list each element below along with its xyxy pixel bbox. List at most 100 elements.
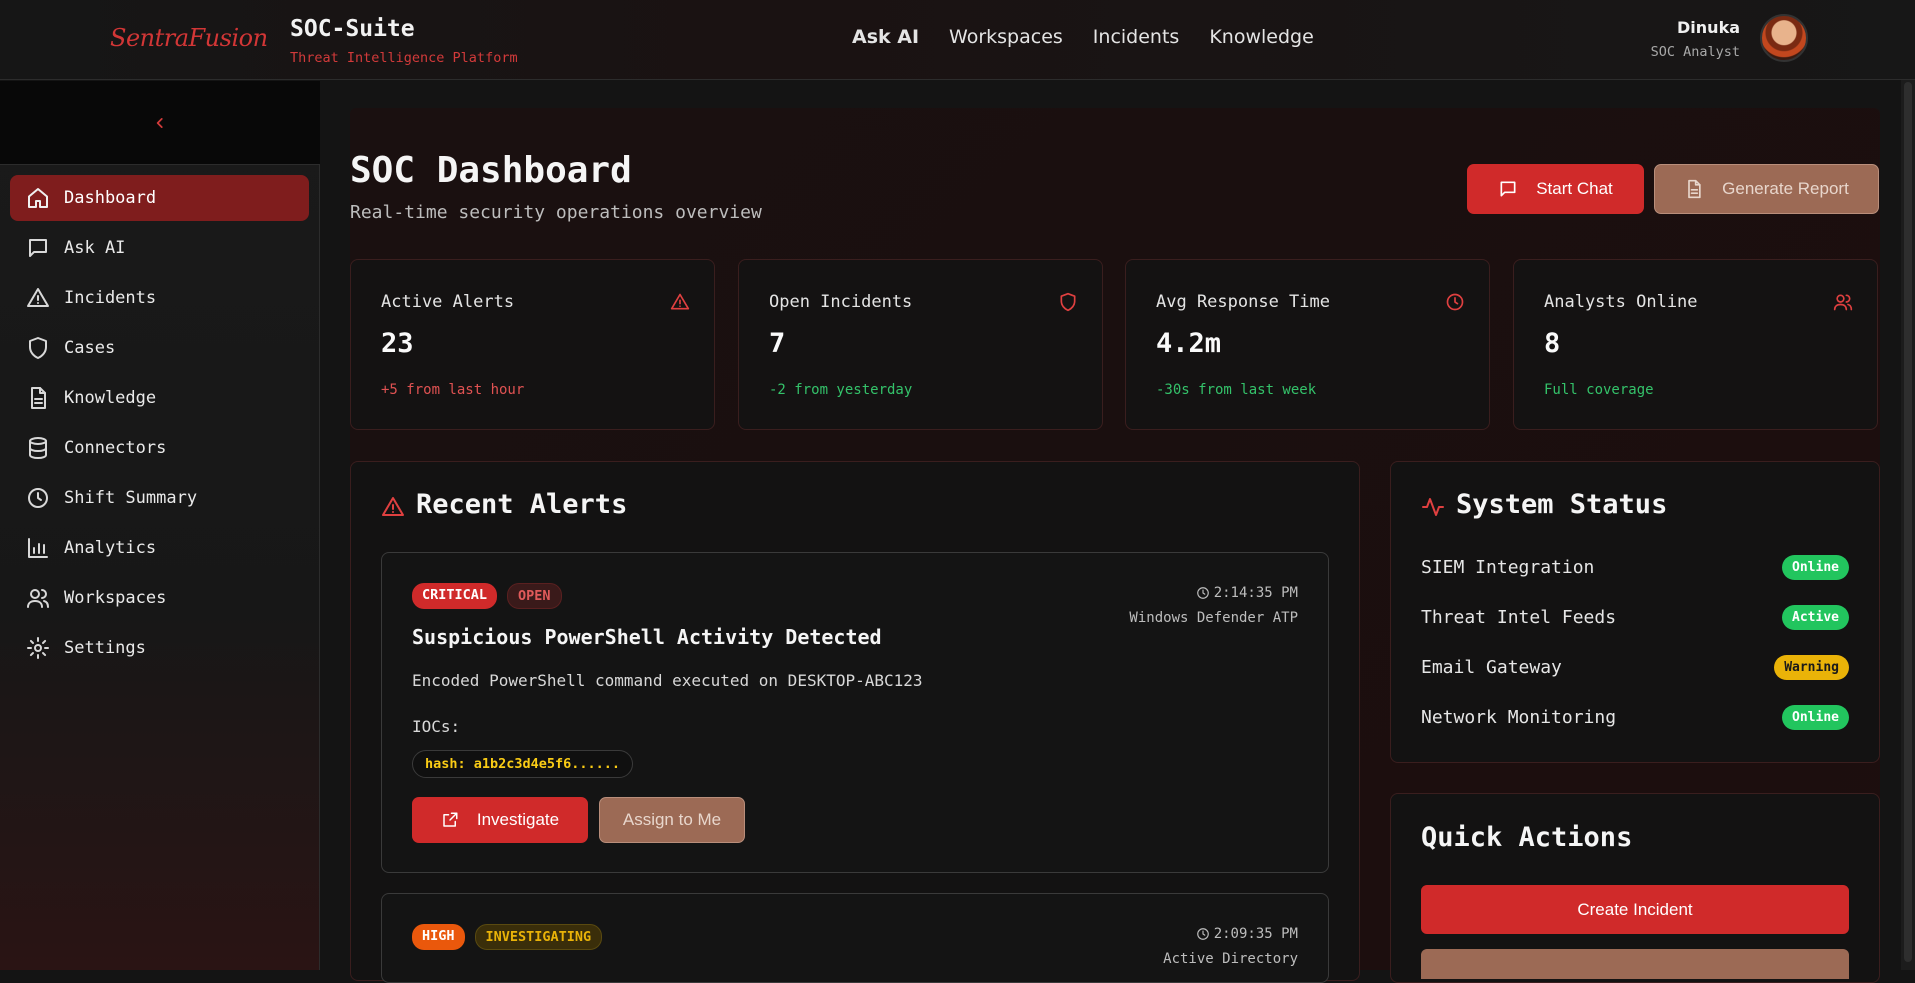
stat-card-analysts-online: Analysts Online 8 Full coverage (1513, 259, 1878, 430)
stat-label: Avg Response Time (1156, 292, 1330, 312)
bar-chart-icon (28, 538, 48, 558)
stat-change: -30s from last week (1156, 382, 1317, 398)
status-row-network-monitoring: Network Monitoring Online (1421, 702, 1849, 732)
stat-value: 8 (1544, 328, 1561, 359)
sidebar-item-settings[interactable]: Settings (10, 625, 309, 671)
create-incident-button[interactable]: Create Incident (1421, 885, 1849, 934)
status-row-threat-intel: Threat Intel Feeds Active (1421, 602, 1849, 632)
create-incident-label: Create Incident (1577, 899, 1693, 919)
page-subtitle: Real-time security operations overview (350, 202, 762, 223)
shield-icon (1060, 292, 1076, 312)
alert-title: Suspicious PowerShell Activity Detected (412, 625, 882, 649)
severity-badge: HIGH (412, 924, 465, 950)
gear-icon (27, 637, 49, 659)
users-icon (1833, 294, 1853, 311)
stat-card-avg-response-time: Avg Response Time 4.2m -30s from last we… (1125, 259, 1490, 430)
status-row-siem: SIEM Integration Online (1421, 552, 1849, 582)
alert-triangle-icon (27, 288, 49, 307)
status-badge: Active (1782, 604, 1849, 630)
status-badge: Online (1782, 554, 1849, 580)
sidebar-item-dashboard[interactable]: Dashboard (10, 175, 309, 221)
database-icon (29, 437, 47, 459)
users-icon (27, 589, 49, 608)
alert-card[interactable]: CRITICAL OPEN 2:14:35 PM Windows Defende… (381, 552, 1329, 873)
stat-change: -2 from yesterday (769, 382, 913, 398)
external-link-icon (443, 812, 458, 827)
stat-label: Open Incidents (769, 292, 913, 312)
stat-card-active-alerts: Active Alerts 23 +5 from last hour (350, 259, 715, 430)
ioc-chip[interactable]: hash: a1b2c3d4e5f6...... (412, 750, 634, 778)
sidebar-item-ask-ai[interactable]: Ask AI (10, 225, 309, 271)
avatar[interactable] (1760, 14, 1808, 62)
document-icon (31, 387, 46, 409)
sidebar-item-cases[interactable]: Cases (10, 325, 309, 371)
user-role: SOC Analyst (1650, 44, 1740, 60)
home-icon (28, 188, 48, 208)
user-name: Dinuka (1677, 18, 1740, 37)
chevron-left-icon (156, 117, 163, 128)
alert-time-text: 2:09:35 PM (1213, 926, 1298, 942)
page-title: SOC Dashboard (350, 150, 632, 191)
investigate-button[interactable]: Investigate (412, 797, 588, 843)
message-icon (29, 239, 47, 257)
system-status-title: System Status (1456, 489, 1668, 520)
stat-change: Full coverage (1544, 382, 1654, 398)
top-bar: SentraFusion SOC-Suite Threat Intelligen… (0, 0, 1915, 80)
sidebar-item-label: Settings (64, 638, 146, 658)
clock-icon (1196, 928, 1209, 940)
start-chat-button[interactable]: Start Chat (1467, 164, 1644, 214)
stat-value: 23 (381, 328, 414, 359)
top-nav-incidents[interactable]: Incidents (1093, 26, 1180, 48)
iocs-label: IOCs: (412, 717, 461, 736)
top-nav-ask-ai[interactable]: Ask AI (852, 26, 919, 48)
sidebar-item-label: Incidents (64, 288, 157, 308)
sidebar-item-analytics[interactable]: Analytics (10, 525, 309, 571)
alert-time: 2:14:35 PM (1196, 585, 1298, 601)
alert-time-text: 2:14:35 PM (1213, 585, 1298, 601)
sidebar-item-connectors[interactable]: Connectors (10, 425, 309, 471)
stat-value: 7 (769, 328, 786, 359)
status-row-email-gateway: Email Gateway Warning (1421, 652, 1849, 682)
sidebar-item-label: Analytics (64, 538, 157, 558)
status-badge: Online (1782, 704, 1849, 730)
sidebar-item-shift-summary[interactable]: Shift Summary (10, 475, 309, 521)
stat-label: Analysts Online (1544, 292, 1698, 312)
generate-report-button[interactable]: Generate Report (1654, 164, 1879, 214)
quick-actions-title: Quick Actions (1421, 822, 1633, 853)
secondary-action-button[interactable] (1421, 949, 1849, 979)
app-subtitle: Threat Intelligence Platform (290, 50, 518, 66)
generate-report-label: Generate Report (1722, 179, 1849, 198)
recent-alerts-title: Recent Alerts (416, 489, 628, 520)
alert-source: Active Directory (1163, 951, 1298, 967)
scrollbar-thumb[interactable] (1904, 82, 1912, 962)
sidebar-item-label: Cases (64, 338, 116, 358)
brand-logo[interactable]: SentraFusion (110, 24, 268, 52)
top-nav-workspaces[interactable]: Workspaces (949, 26, 1063, 48)
sidebar-item-label: Workspaces (64, 588, 167, 608)
sidebar-collapse-button[interactable] (0, 81, 320, 165)
message-icon (1500, 181, 1516, 197)
status-name: Network Monitoring (1421, 706, 1617, 728)
status-name: Email Gateway (1421, 656, 1562, 678)
sidebar-item-workspaces[interactable]: Workspaces (10, 575, 309, 621)
clock-icon (28, 488, 48, 508)
status-badge: Warning (1774, 654, 1849, 680)
stat-change: +5 from last hour (381, 382, 525, 398)
sidebar-item-label: Ask AI (64, 238, 126, 258)
alert-triangle-icon (670, 293, 690, 310)
alert-time: 2:09:35 PM (1196, 926, 1298, 942)
top-nav-knowledge[interactable]: Knowledge (1209, 26, 1313, 48)
alert-source: Windows Defender ATP (1129, 610, 1298, 626)
assign-to-me-button[interactable]: Assign to Me (599, 797, 745, 843)
clock-icon (1196, 587, 1209, 599)
sidebar-item-incidents[interactable]: Incidents (10, 275, 309, 321)
top-nav: Ask AI Workspaces Incidents Knowledge (852, 26, 1314, 48)
alert-description: Encoded PowerShell command executed on D… (412, 671, 923, 690)
shield-icon (29, 337, 47, 359)
activity-icon (1422, 498, 1444, 516)
app-title: SOC-Suite (290, 16, 415, 42)
status-name: SIEM Integration (1421, 556, 1595, 578)
sidebar-item-label: Connectors (64, 438, 167, 458)
sidebar-item-knowledge[interactable]: Knowledge (10, 375, 309, 421)
status-name: Threat Intel Feeds (1421, 606, 1617, 628)
